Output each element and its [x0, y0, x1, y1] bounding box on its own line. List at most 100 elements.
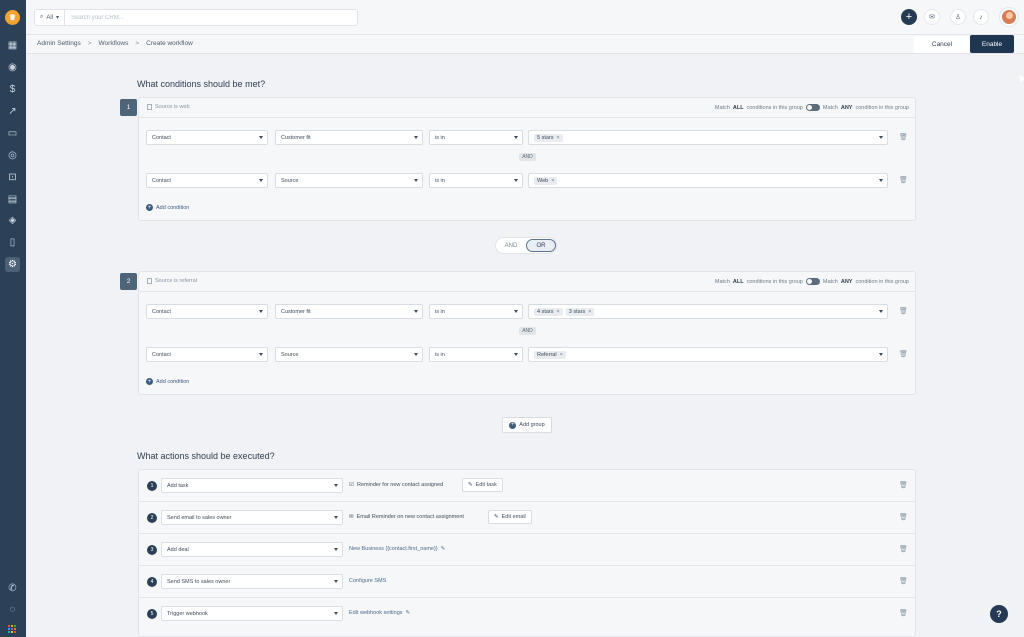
- contacts-icon[interactable]: ◉: [5, 60, 20, 75]
- delete-action-icon[interactable]: 🗑: [899, 513, 908, 521]
- edit-task-button[interactable]: ✎ Edit task: [462, 478, 503, 492]
- entity-select[interactable]: Contact: [146, 130, 268, 145]
- pencil-icon: ✎: [468, 482, 473, 488]
- operator-select[interactable]: is in: [429, 130, 523, 145]
- search-icon: ⌕: [40, 14, 44, 20]
- add-group-button[interactable]: + Add group: [502, 417, 552, 433]
- top-bar: ⌕ All ▾ + ✉ ♙ ♪: [26, 0, 1024, 35]
- box-icon[interactable]: ◈: [5, 213, 20, 228]
- operator-value: is in: [435, 351, 445, 358]
- delete-condition-icon[interactable]: 🗑: [899, 176, 908, 184]
- help-button[interactable]: ?: [990, 605, 1008, 623]
- reports-icon[interactable]: ▤: [5, 192, 20, 207]
- action-number: 3: [147, 545, 157, 555]
- action-detail-text: New Business {{contact.first_name}}: [349, 546, 438, 552]
- operator-select[interactable]: is in: [429, 304, 523, 319]
- remove-chip-icon[interactable]: ×: [560, 352, 563, 358]
- enable-button[interactable]: Enable: [970, 35, 1014, 53]
- value-chip[interactable]: 5 stars ×: [534, 133, 563, 142]
- search-scope-dropdown[interactable]: ⌕ All ▾: [35, 10, 66, 25]
- value-chip[interactable]: 4 stars ×: [534, 307, 563, 316]
- calendar-icon[interactable]: ▦: [5, 38, 20, 53]
- configure-sms-link[interactable]: Configure SMS: [349, 578, 386, 584]
- add-condition-button[interactable]: + Add condition: [146, 378, 189, 385]
- condition-row: Contact Source is in Referral × 🗑: [146, 347, 910, 362]
- field-select[interactable]: Source: [275, 347, 423, 362]
- webhook-settings-link[interactable]: Edit webhook settings ✎: [349, 610, 410, 616]
- action-value: Send SMS to sales owner: [167, 578, 231, 585]
- operator-select[interactable]: is in: [429, 173, 523, 188]
- condition-group-2: Source is referral Match ALL conditions in…: [138, 271, 916, 395]
- field-select[interactable]: Customer fit: [275, 304, 423, 319]
- action-select[interactable]: Trigger webhook: [161, 606, 343, 621]
- breadcrumb-workflows[interactable]: Workflows: [99, 40, 129, 47]
- delete-action-icon[interactable]: 🗑: [899, 577, 908, 585]
- settings-icon[interactable]: ⚙: [5, 257, 20, 272]
- chat-icon[interactable]: ▭: [5, 126, 20, 141]
- delete-action-icon[interactable]: 🗑: [899, 545, 908, 553]
- delete-condition-icon[interactable]: 🗑: [899, 307, 908, 315]
- target-icon[interactable]: ◎: [5, 148, 20, 163]
- entity-select[interactable]: Contact: [146, 173, 268, 188]
- entity-select[interactable]: Contact: [146, 347, 268, 362]
- edit-email-button[interactable]: ✎ Edit email: [488, 510, 532, 524]
- caret-icon: [414, 310, 418, 313]
- sub-header: Admin Settings > Workflows > Create work…: [26, 35, 1024, 83]
- inbox-icon[interactable]: ⊡: [5, 170, 20, 185]
- dollar-icon[interactable]: $: [5, 82, 20, 97]
- delete-condition-icon[interactable]: 🗑: [899, 350, 908, 358]
- and-option[interactable]: AND: [496, 243, 526, 249]
- value-chip[interactable]: 3 stars ×: [565, 307, 595, 316]
- action-select[interactable]: Send email to sales owner: [161, 510, 343, 525]
- mail-icon[interactable]: ✉: [924, 9, 940, 25]
- breadcrumb-admin-settings[interactable]: Admin Settings: [37, 40, 81, 47]
- operator-select[interactable]: is in: [429, 347, 523, 362]
- caret-icon: [334, 612, 338, 615]
- plus-icon: +: [146, 204, 153, 211]
- match-toggle[interactable]: [805, 104, 820, 111]
- value-chip[interactable]: Web ×: [534, 176, 558, 185]
- add-condition-button[interactable]: + Add condition: [146, 204, 189, 211]
- remove-chip-icon[interactable]: ×: [557, 135, 560, 141]
- feedback-icon[interactable]: ◌: [5, 602, 20, 617]
- values-select[interactable]: 4 stars × 3 stars ×: [528, 304, 888, 319]
- brand-logo[interactable]: ♛: [5, 10, 20, 25]
- delete-action-icon[interactable]: 🗑: [899, 481, 908, 489]
- values-select[interactable]: Referral ×: [528, 347, 888, 362]
- field-value: Customer fit: [281, 134, 311, 141]
- or-option[interactable]: OR: [525, 239, 556, 252]
- remove-chip-icon[interactable]: ×: [551, 178, 554, 184]
- account-icon[interactable]: ♙: [950, 9, 966, 25]
- chip-label: Referral: [537, 351, 557, 358]
- action-select[interactable]: Add task: [161, 478, 343, 493]
- group-number-badge: 1: [120, 99, 137, 116]
- remove-chip-icon[interactable]: ×: [588, 309, 591, 315]
- chart-icon[interactable]: ↗: [5, 104, 20, 119]
- field-select[interactable]: Customer fit: [275, 130, 423, 145]
- cancel-button[interactable]: Cancel: [914, 36, 970, 53]
- action-detail-link[interactable]: New Business {{contact.first_name}} ✎: [349, 546, 445, 552]
- remove-chip-icon[interactable]: ×: [557, 309, 560, 315]
- value-chip[interactable]: Referral ×: [534, 350, 566, 359]
- match-all-label: ALL: [732, 104, 744, 111]
- match-all-suffix: conditions in this group: [746, 278, 803, 285]
- match-any-label: ANY: [840, 278, 853, 285]
- delete-condition-icon[interactable]: 🗑: [899, 133, 908, 141]
- values-select[interactable]: Web ×: [528, 173, 888, 188]
- entity-select[interactable]: Contact: [146, 304, 268, 319]
- caret-icon: [334, 516, 338, 519]
- action-number: 5: [147, 609, 157, 619]
- match-toggle[interactable]: [805, 278, 820, 285]
- values-select[interactable]: 5 stars ×: [528, 130, 888, 145]
- action-select[interactable]: Send SMS to sales owner: [161, 574, 343, 589]
- phone-icon[interactable]: ✆: [5, 581, 20, 596]
- quick-add-button[interactable]: +: [901, 9, 917, 25]
- document-icon[interactable]: ▯: [5, 235, 20, 250]
- delete-action-icon[interactable]: 🗑: [899, 609, 908, 617]
- avatar[interactable]: [1000, 8, 1018, 26]
- field-select[interactable]: Source: [275, 173, 423, 188]
- action-select[interactable]: Add deal: [161, 542, 343, 557]
- bell-icon[interactable]: ♪: [973, 9, 989, 25]
- apps-grid-icon[interactable]: [8, 625, 17, 634]
- search-input[interactable]: [65, 14, 316, 21]
